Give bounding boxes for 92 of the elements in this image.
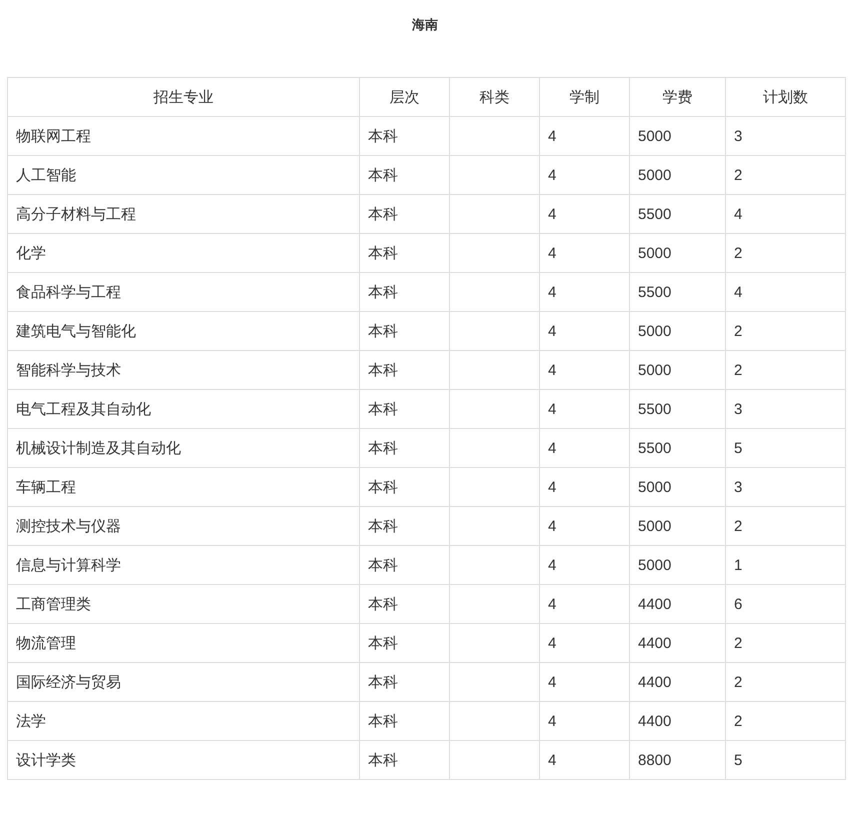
column-header: 学制: [540, 78, 630, 116]
column-header: 层次: [360, 78, 450, 116]
table-cell: 5500: [630, 428, 726, 468]
table-cell: 测控技术与仪器: [8, 506, 360, 546]
table-cell: 本科: [360, 350, 450, 390]
table-cell: 2: [726, 662, 846, 702]
column-header: 科类: [450, 78, 540, 116]
table-cell: 本科: [360, 702, 450, 740]
table-cell: 4: [540, 624, 630, 662]
table-cell: 本科: [360, 468, 450, 506]
table-cell: 4: [540, 584, 630, 624]
table-cell: 4: [726, 194, 846, 234]
table-cell: 2: [726, 234, 846, 272]
table-cell: 2: [726, 156, 846, 194]
table-cell: 5000: [630, 312, 726, 350]
table-cell: 4: [540, 428, 630, 468]
table-cell: 4: [540, 194, 630, 234]
table-cell: 3: [726, 468, 846, 506]
table-cell: 5000: [630, 468, 726, 506]
table-cell: 本科: [360, 116, 450, 156]
table-cell: 4400: [630, 624, 726, 662]
table-cell: 2: [726, 506, 846, 546]
table-cell: 5000: [630, 116, 726, 156]
table-cell: 5000: [630, 234, 726, 272]
table-cell: 5000: [630, 506, 726, 546]
table-cell: 3: [726, 390, 846, 428]
table-cell: 本科: [360, 662, 450, 702]
page-title: 海南: [412, 16, 438, 34]
table-cell: 信息与计算科学: [8, 546, 360, 584]
table-cell: 国际经济与贸易: [8, 662, 360, 702]
table-cell: 2: [726, 350, 846, 390]
table-cell: 5000: [630, 546, 726, 584]
table-cell: 智能科学与技术: [8, 350, 360, 390]
table-cell: 本科: [360, 584, 450, 624]
table-cell: 5000: [630, 350, 726, 390]
table-cell: 本科: [360, 428, 450, 468]
table-cell: 设计学类: [8, 740, 360, 780]
table-cell: 本科: [360, 390, 450, 428]
table-cell: 4: [726, 272, 846, 312]
table-cell: 本科: [360, 506, 450, 546]
table-cell: 食品科学与工程: [8, 272, 360, 312]
table-cell: 物联网工程: [8, 116, 360, 156]
table-cell: 4: [540, 272, 630, 312]
table-cell: 本科: [360, 234, 450, 272]
table-cell: 4: [540, 156, 630, 194]
table-cell: 4: [540, 506, 630, 546]
table-cell: 1: [726, 546, 846, 584]
table-cell: 8800: [630, 740, 726, 780]
table-cell: 4: [540, 468, 630, 506]
table-cell: 人工智能: [8, 156, 360, 194]
table-cell: 4400: [630, 702, 726, 740]
table-cell: 法学: [8, 702, 360, 740]
table-cell: 2: [726, 702, 846, 740]
table-cell: 5500: [630, 194, 726, 234]
column-header: 计划数: [726, 78, 846, 116]
table-cell: 4: [540, 390, 630, 428]
table-cell: 2: [726, 312, 846, 350]
table-cell: 4: [540, 116, 630, 156]
table-cell: 5: [726, 428, 846, 468]
table-cell: 4: [540, 350, 630, 390]
table-cell: 4: [540, 234, 630, 272]
table-cell: 4400: [630, 662, 726, 702]
table-cell: 6: [726, 584, 846, 624]
table-cell: 建筑电气与智能化: [8, 312, 360, 350]
table-cell: 4400: [630, 584, 726, 624]
table-cell: 5500: [630, 390, 726, 428]
table-cell: 机械设计制造及其自动化: [8, 428, 360, 468]
column-header: 招生专业: [8, 78, 360, 116]
table-cell: 物流管理: [8, 624, 360, 662]
table-cell: 本科: [360, 272, 450, 312]
table-cell: 高分子材料与工程: [8, 194, 360, 234]
table-cell: 4: [540, 740, 630, 780]
table-cell: 本科: [360, 740, 450, 780]
table-cell: 本科: [360, 624, 450, 662]
table-cell: 本科: [360, 194, 450, 234]
table-cell: 电气工程及其自动化: [8, 390, 360, 428]
table-cell: 3: [726, 116, 846, 156]
table-cell: 4: [540, 702, 630, 740]
table-cell: 本科: [360, 546, 450, 584]
table-cell: 工商管理类: [8, 584, 360, 624]
table-cell: 4: [540, 546, 630, 584]
table-cell: 本科: [360, 312, 450, 350]
table-cell: 5: [726, 740, 846, 780]
column-header: 学费: [630, 78, 726, 116]
table-cell: 4: [540, 662, 630, 702]
table-cell: 5000: [630, 156, 726, 194]
table-cell: 化学: [8, 234, 360, 272]
table-cell: 2: [726, 624, 846, 662]
table-cell: 车辆工程: [8, 468, 360, 506]
table-cell: 5500: [630, 272, 726, 312]
table-cell: 本科: [360, 156, 450, 194]
table-cell: 4: [540, 312, 630, 350]
